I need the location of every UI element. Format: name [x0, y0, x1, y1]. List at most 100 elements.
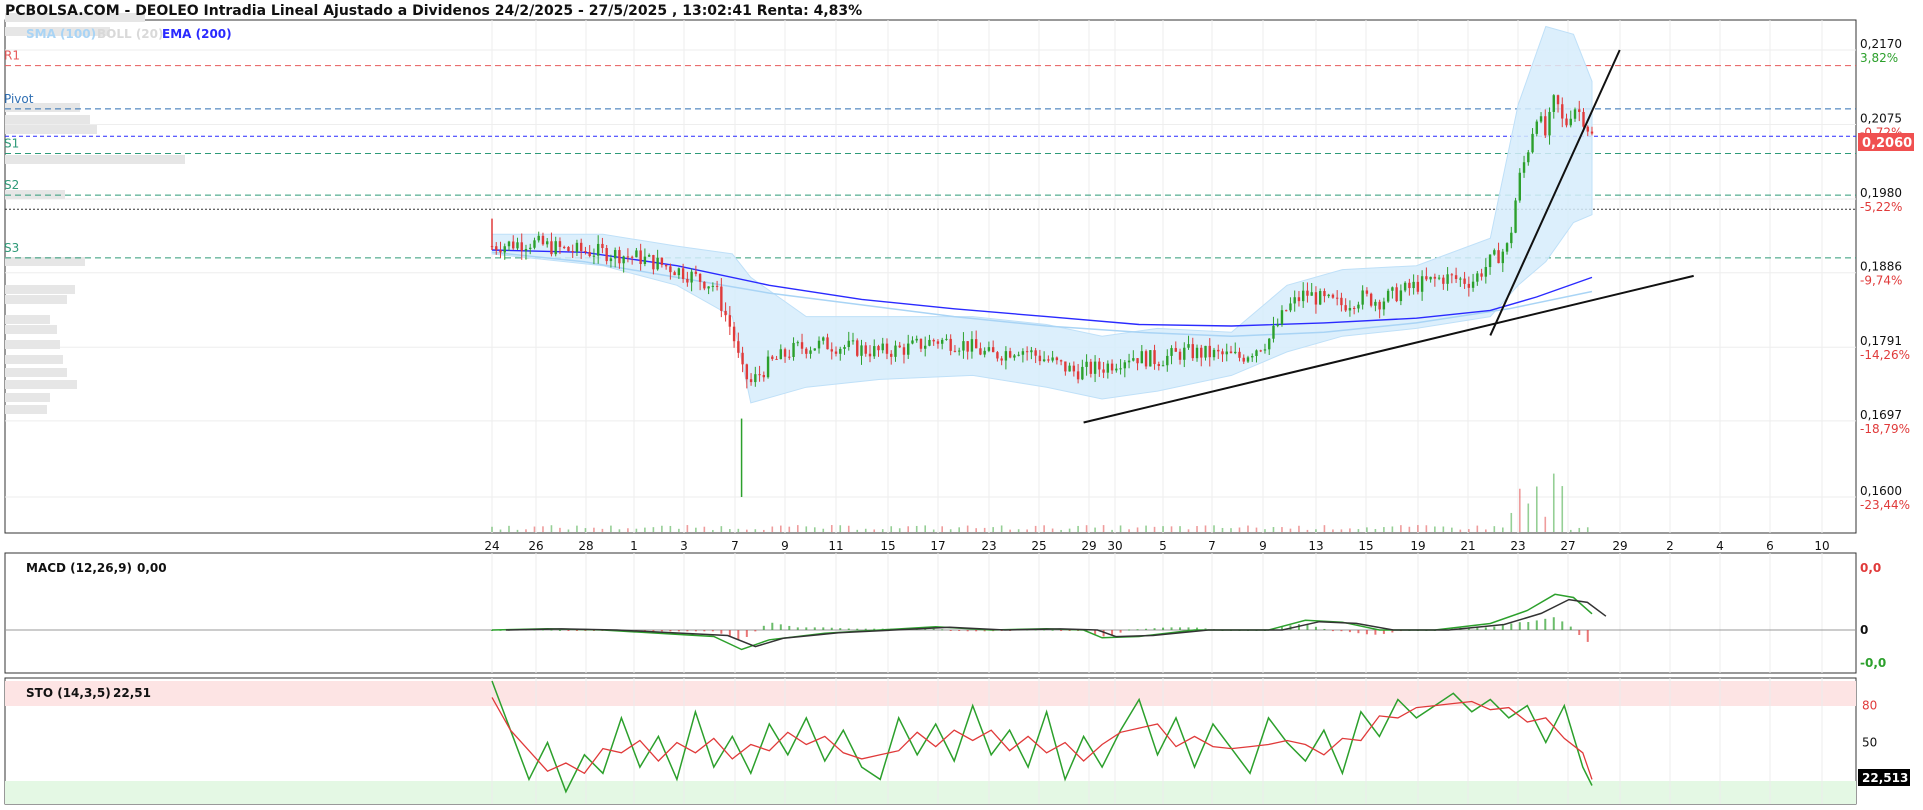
candle-body-72: [796, 342, 799, 344]
candle-body-242: [1518, 172, 1521, 201]
candle-body-87: [860, 345, 863, 356]
volume-bar-242: [1518, 488, 1521, 532]
x-tick-label-0: 24: [484, 539, 499, 553]
candle-body-243: [1522, 162, 1526, 173]
candle-body-255: [1573, 109, 1577, 119]
volume-profile-bar-0: [5, 115, 90, 124]
macd-hist-152: [1136, 629, 1139, 631]
candle-body-66: [771, 356, 774, 359]
macd-hist-60: [745, 630, 748, 637]
candle-body-248: [1544, 116, 1547, 136]
y-tick-pct-2: -5,22%: [1860, 200, 1902, 214]
x-tick-label-24: 2: [1666, 539, 1674, 553]
candle-body-98: [907, 343, 910, 355]
candle-body-44: [677, 268, 681, 276]
candle-body-60: [745, 364, 749, 380]
x-tick-label-13: 30: [1107, 539, 1122, 553]
y-tick-label-6: 0,1600: [1860, 484, 1902, 498]
macd-hist-240: [1510, 623, 1513, 630]
macd-hist-18: [567, 630, 570, 631]
y-tick-label-1: 0,2075: [1860, 112, 1902, 126]
volume-bar-202: [1349, 528, 1351, 532]
volume-bar-254: [1569, 529, 1572, 532]
volume-bar-76: [813, 527, 816, 532]
x-tick-label-19: 19: [1410, 539, 1425, 553]
candle-body-193: [1310, 292, 1313, 296]
candle-body-187: [1285, 310, 1288, 312]
volume-bar-114: [975, 528, 977, 532]
candle-body-64: [762, 374, 766, 378]
candle-body-245: [1531, 133, 1534, 153]
candle-body-259: [1590, 131, 1594, 134]
candle-body-63: [758, 374, 761, 376]
candle-body-65: [766, 356, 770, 378]
volume-bar-38: [652, 527, 655, 532]
candle-body-104: [932, 339, 935, 342]
volume-bar-84: [847, 525, 850, 532]
volume-bar-176: [1238, 527, 1241, 532]
volume-bar-150: [1128, 529, 1130, 532]
candle-body-177: [1242, 357, 1245, 362]
candle-body-86: [856, 340, 859, 356]
candle-body-143: [1098, 361, 1101, 370]
macd-hist-244: [1527, 622, 1530, 630]
volume-bar-132: [1051, 528, 1054, 532]
volume-bar-92: [881, 529, 884, 532]
volume-bar-174: [1230, 528, 1232, 532]
y-tick-label-3: 0,1886: [1860, 260, 1902, 274]
volume-bar-44: [678, 528, 680, 532]
candle-body-74: [805, 348, 808, 354]
candle-body-95: [894, 345, 897, 357]
volume-bar-192: [1306, 529, 1309, 532]
macd-hist-164: [1187, 627, 1190, 630]
candle-body-176: [1238, 351, 1241, 358]
volume-bar-108: [949, 529, 952, 532]
candle-body-99: [911, 340, 914, 344]
candle-body-28: [609, 258, 613, 262]
candle-body-182: [1263, 349, 1267, 351]
candle-body-71: [792, 342, 795, 357]
candle-body-247: [1539, 116, 1543, 122]
candle-body-83: [843, 347, 846, 349]
candle-body-204: [1357, 304, 1360, 309]
candle-body-236: [1493, 250, 1496, 255]
candle-body-124: [1017, 354, 1020, 356]
candle-body-52: [711, 285, 715, 287]
macd-title: MACD (12,26,9): [26, 561, 132, 575]
macd-hist-88: [864, 628, 867, 630]
macd-hist-206: [1365, 630, 1368, 635]
candle-body-169: [1208, 345, 1211, 358]
x-tick-label-11: 25: [1031, 539, 1046, 553]
volume-bar-140: [1085, 525, 1088, 532]
macd-hist-242: [1518, 622, 1521, 630]
x-tick-label-8: 15: [880, 539, 895, 553]
volume-bar-2: [499, 529, 502, 532]
candle-body-151: [1132, 358, 1135, 361]
candle-body-45: [681, 268, 685, 279]
volume-bar-218: [1417, 525, 1419, 532]
macd-hist-238: [1501, 625, 1504, 630]
volume-bar-120: [1000, 525, 1003, 532]
x-tick-label-6: 9: [781, 539, 789, 553]
candle-body-201: [1344, 305, 1347, 311]
volume-bar-164: [1187, 529, 1190, 532]
volume-bar-124: [1017, 529, 1020, 532]
y-tick-pct-5: -18,79%: [1860, 422, 1910, 436]
volume-bar-94: [890, 526, 893, 532]
volume-bar-158: [1162, 526, 1164, 532]
candle-body-249: [1548, 111, 1551, 136]
candle-body-221: [1429, 276, 1432, 280]
macd-hist-58: [737, 630, 740, 640]
macd-hist-132: [1051, 629, 1054, 631]
sto-title: STO (14,3,5): [26, 686, 111, 700]
candle-body-239: [1505, 243, 1509, 252]
volume-bar-170: [1213, 525, 1215, 532]
macd-hist-254: [1569, 626, 1572, 630]
volume-bar-56: [729, 529, 731, 532]
candle-body-228: [1459, 278, 1462, 280]
volume-bar-138: [1077, 525, 1079, 532]
x-tick-label-26: 6: [1766, 539, 1774, 553]
candle-body-155: [1149, 350, 1152, 367]
pivot-label-r1: R1: [4, 49, 20, 63]
volume-bar-112: [966, 525, 969, 532]
